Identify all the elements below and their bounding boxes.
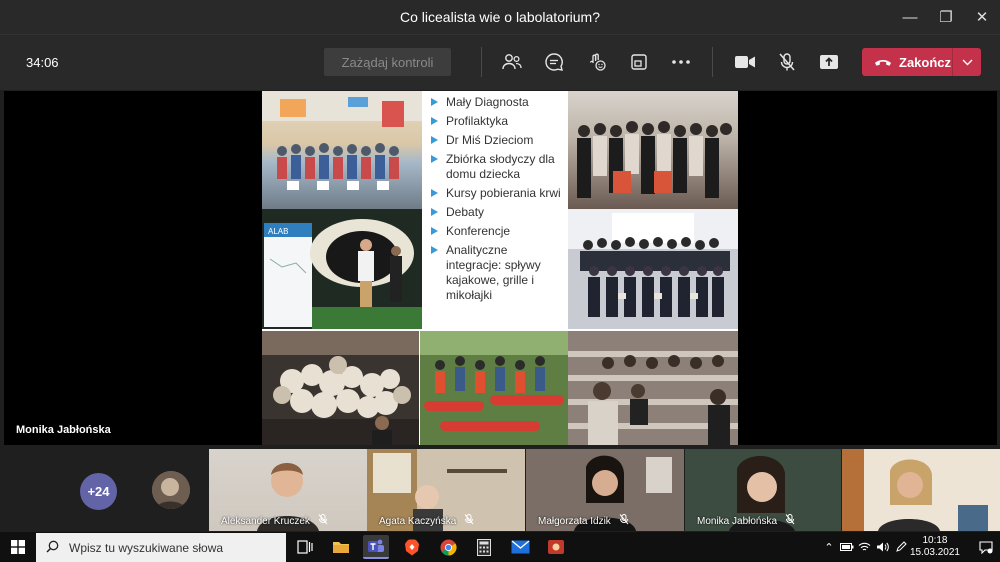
task-view-icon[interactable] xyxy=(292,535,318,559)
more-participants-badge[interactable]: +24 xyxy=(80,473,117,510)
mic-off-icon xyxy=(318,514,328,528)
slide-photo-teddy-bears xyxy=(262,331,419,445)
meeting-toolbar: 34:06 Zażądaj kontroli Zakończ xyxy=(0,34,1000,90)
close-icon[interactable]: ✕ xyxy=(964,0,1000,34)
more-icon[interactable] xyxy=(668,49,694,75)
chevron-up-icon[interactable]: ⌃ xyxy=(820,541,838,554)
windows-taskbar: Wpisz tu wyszukiwane słowa ⌃ 10:18 15.03… xyxy=(0,532,1000,562)
presentation-slide: Mały Diagnosta Profilaktyka Dr Miś Dziec… xyxy=(262,91,738,445)
toolbar-divider xyxy=(481,47,482,77)
clock-date: 15.03.2021 xyxy=(909,547,960,558)
window-title: Co licealista wie o labolatorium? xyxy=(400,9,600,25)
request-control-button[interactable]: Zażądaj kontroli xyxy=(324,48,451,76)
participant-name: Monika Jabłońska xyxy=(697,515,778,527)
participant-name: Agata Kaczyńska xyxy=(379,515,457,527)
restore-icon[interactable]: ❐ xyxy=(928,0,964,34)
list-item: Konferencje xyxy=(428,224,566,239)
list-item: Debaty xyxy=(428,205,566,220)
taskbar-search-input[interactable]: Wpisz tu wyszukiwane słowa xyxy=(36,533,286,562)
search-placeholder: Wpisz tu wyszukiwane słowa xyxy=(69,540,224,555)
taskbar-clock[interactable]: 10:18 15.03.2021 xyxy=(910,535,960,559)
search-icon xyxy=(46,540,59,556)
slide-photo-children-group xyxy=(262,91,422,209)
notifications-icon[interactable] xyxy=(972,540,1000,554)
battery-icon[interactable] xyxy=(838,543,856,551)
title-bar: Co licealista wie o labolatorium? — ❐ ✕ xyxy=(0,0,1000,34)
share-icon[interactable] xyxy=(816,49,842,75)
participant-tile[interactable] xyxy=(842,449,1000,531)
pen-icon[interactable] xyxy=(892,541,910,553)
network-icon[interactable] xyxy=(856,542,874,552)
slide-photo-lecture-hall xyxy=(568,331,738,445)
list-item: Analityczne integracje: spływy kajakowe,… xyxy=(428,243,566,303)
slide-photo-conference-group xyxy=(568,91,738,209)
slide-photo-students-group xyxy=(568,209,738,329)
chevron-down-icon[interactable] xyxy=(952,48,981,76)
list-item: Dr Miś Dzieciom xyxy=(428,133,566,148)
participant-tile[interactable]: Monika Jabłońska xyxy=(685,449,841,531)
meeting-timer: 34:06 xyxy=(26,55,59,70)
list-item: Profilaktyka xyxy=(428,114,566,129)
toolbar-divider xyxy=(712,47,713,77)
brave-icon[interactable] xyxy=(399,535,425,559)
participant-tile[interactable]: Aleksander Kruczek xyxy=(209,449,367,531)
list-item: Zbiórka słodyczy dla domu dziecka xyxy=(428,152,566,182)
mail-icon[interactable] xyxy=(507,535,533,559)
hangup-label: Zakończ xyxy=(899,54,952,70)
chat-icon[interactable] xyxy=(541,49,567,75)
calculator-icon[interactable] xyxy=(471,535,497,559)
file-explorer-icon[interactable] xyxy=(328,535,354,559)
slide-photo-kayaks xyxy=(420,331,568,445)
slide-photo-poster-speaker: ALAB xyxy=(262,209,422,329)
participant-tile[interactable]: Agata Kaczyńska xyxy=(367,449,525,531)
volume-icon[interactable] xyxy=(874,542,892,552)
hangup-button[interactable]: Zakończ xyxy=(862,48,981,76)
participant-name: Małgorzata Idzik xyxy=(538,515,611,527)
windows-start-icon[interactable] xyxy=(0,532,36,562)
system-tray: ⌃ 10:18 15.03.2021 xyxy=(820,532,1000,562)
participants-icon[interactable] xyxy=(499,49,525,75)
mic-off-icon xyxy=(619,514,629,528)
teams-icon[interactable] xyxy=(363,535,389,559)
phone-hangup-icon xyxy=(874,55,892,70)
participant-name: Aleksander Kruczek xyxy=(221,515,310,527)
app-icon[interactable] xyxy=(543,535,569,559)
list-item: Mały Diagnosta xyxy=(428,95,566,110)
mic-off-icon xyxy=(785,514,795,528)
participant-tile[interactable]: Małgorzata Idzik xyxy=(526,449,684,531)
clock-time: 10:18 xyxy=(922,535,948,546)
rooms-icon[interactable] xyxy=(626,49,652,75)
poster-logo: ALAB xyxy=(268,227,288,236)
camera-icon[interactable] xyxy=(732,49,758,75)
speaker-name-label: Monika Jabłońska xyxy=(16,424,111,436)
reactions-icon[interactable] xyxy=(584,49,610,75)
list-item: Kursy pobierania krwi xyxy=(428,186,566,201)
chrome-icon[interactable] xyxy=(435,535,461,559)
mic-off-icon[interactable] xyxy=(774,49,800,75)
minimize-icon[interactable]: — xyxy=(892,0,928,34)
mic-off-icon xyxy=(464,514,474,528)
avatar[interactable] xyxy=(152,471,190,509)
slide-bullet-list: Mały Diagnosta Profilaktyka Dr Miś Dziec… xyxy=(422,91,568,331)
